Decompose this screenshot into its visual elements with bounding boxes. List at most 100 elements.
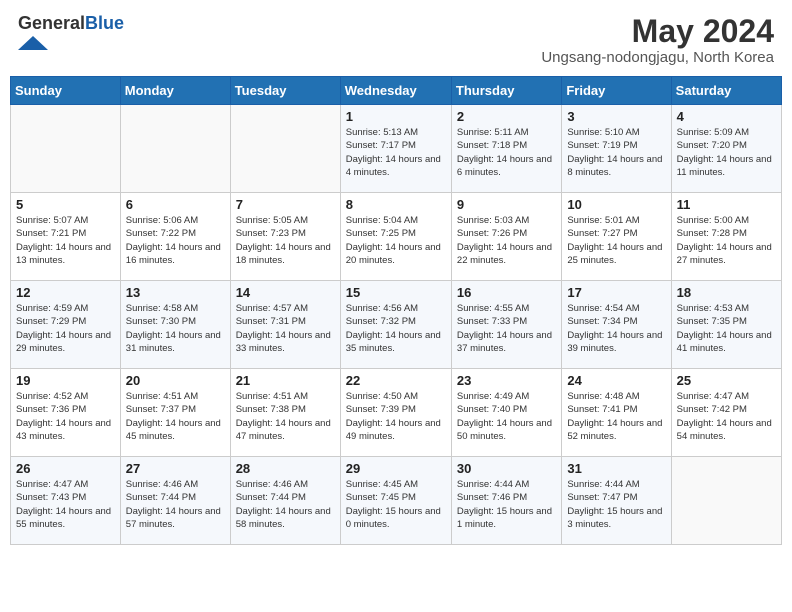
- day-info: Sunrise: 5:10 AM Sunset: 7:19 PM Dayligh…: [567, 126, 665, 179]
- day-info: Sunrise: 4:46 AM Sunset: 7:44 PM Dayligh…: [126, 478, 225, 531]
- day-number: 28: [236, 461, 335, 476]
- weekday-header-saturday: Saturday: [671, 77, 781, 105]
- day-info: Sunrise: 4:45 AM Sunset: 7:45 PM Dayligh…: [346, 478, 446, 531]
- day-number: 9: [457, 197, 556, 212]
- calendar-week-row: 26 Sunrise: 4:47 AM Sunset: 7:43 PM Dayli…: [11, 457, 782, 545]
- calendar-cell: 10Sunrise: 5:01 AM Sunset: 7:27 PM Dayli…: [562, 193, 671, 281]
- calendar-cell: 12 Sunrise: 4:59 AM Sunset: 7:29 PM Dayli…: [11, 281, 121, 369]
- day-number: 12: [16, 285, 115, 300]
- calendar-cell: [120, 105, 230, 193]
- day-info: Sunrise: 4:59 AM Sunset: 7:29 PM Dayligh…: [16, 302, 115, 355]
- calendar-cell: 9 Sunrise: 5:03 AM Sunset: 7:26 PM Daylig…: [451, 193, 561, 281]
- day-number: 21: [236, 373, 335, 388]
- day-number: 3: [567, 109, 665, 124]
- calendar-week-row: 1 Sunrise: 5:13 AM Sunset: 7:17 PM Daylig…: [11, 105, 782, 193]
- calendar-table: SundayMondayTuesdayWednesdayThursdayFrid…: [10, 76, 782, 545]
- calendar-cell: [671, 457, 781, 545]
- day-info: Sunrise: 5:07 AM Sunset: 7:21 PM Dayligh…: [16, 214, 115, 267]
- weekday-header-sunday: Sunday: [11, 77, 121, 105]
- calendar-cell: 24 Sunrise: 4:48 AM Sunset: 7:41 PM Dayli…: [562, 369, 671, 457]
- calendar-cell: 4Sunrise: 5:09 AM Sunset: 7:20 PM Daylig…: [671, 105, 781, 193]
- logo-blue: Blue: [85, 13, 124, 33]
- day-number: 26: [16, 461, 115, 476]
- calendar-cell: 2Sunrise: 5:11 AM Sunset: 7:18 PM Daylig…: [451, 105, 561, 193]
- location-title: Ungsang-nodongjagu, North Korea: [541, 49, 774, 66]
- calendar-cell: 18 Sunrise: 4:53 AM Sunset: 7:35 PM Dayli…: [671, 281, 781, 369]
- calendar-week-row: 12 Sunrise: 4:59 AM Sunset: 7:29 PM Dayli…: [11, 281, 782, 369]
- calendar-cell: 28Sunrise: 4:46 AM Sunset: 7:44 PM Dayli…: [230, 457, 340, 545]
- day-number: 1: [346, 109, 446, 124]
- day-info: Sunrise: 4:44 AM Sunset: 7:46 PM Dayligh…: [457, 478, 556, 531]
- day-info: Sunrise: 5:09 AM Sunset: 7:20 PM Dayligh…: [677, 126, 776, 179]
- day-number: 25: [677, 373, 776, 388]
- calendar-cell: 11Sunrise: 5:00 AM Sunset: 7:28 PM Dayli…: [671, 193, 781, 281]
- calendar-cell: 7Sunrise: 5:05 AM Sunset: 7:23 PM Daylig…: [230, 193, 340, 281]
- calendar-cell: 20 Sunrise: 4:51 AM Sunset: 7:37 PM Dayli…: [120, 369, 230, 457]
- weekday-header-monday: Monday: [120, 77, 230, 105]
- day-info: Sunrise: 4:53 AM Sunset: 7:35 PM Dayligh…: [677, 302, 776, 355]
- calendar-cell: 13 Sunrise: 4:58 AM Sunset: 7:30 PM Dayli…: [120, 281, 230, 369]
- day-number: 13: [126, 285, 225, 300]
- day-info: Sunrise: 5:01 AM Sunset: 7:27 PM Dayligh…: [567, 214, 665, 267]
- day-number: 24: [567, 373, 665, 388]
- weekday-header-wednesday: Wednesday: [340, 77, 451, 105]
- calendar-cell: 14 Sunrise: 4:57 AM Sunset: 7:31 PM Dayli…: [230, 281, 340, 369]
- calendar-week-row: 5 Sunrise: 5:07 AM Sunset: 7:21 PM Daylig…: [11, 193, 782, 281]
- day-number: 8: [346, 197, 446, 212]
- calendar-cell: 19Sunrise: 4:52 AM Sunset: 7:36 PM Dayli…: [11, 369, 121, 457]
- day-number: 30: [457, 461, 556, 476]
- logo-general: General: [18, 13, 85, 33]
- day-info: Sunrise: 5:06 AM Sunset: 7:22 PM Dayligh…: [126, 214, 225, 267]
- calendar-cell: 29 Sunrise: 4:45 AM Sunset: 7:45 PM Dayli…: [340, 457, 451, 545]
- weekday-header-friday: Friday: [562, 77, 671, 105]
- day-info: Sunrise: 4:51 AM Sunset: 7:37 PM Dayligh…: [126, 390, 225, 443]
- calendar-cell: 23 Sunrise: 4:49 AM Sunset: 7:40 PM Dayli…: [451, 369, 561, 457]
- day-info: Sunrise: 4:49 AM Sunset: 7:40 PM Dayligh…: [457, 390, 556, 443]
- calendar-cell: 31Sunrise: 4:44 AM Sunset: 7:47 PM Dayli…: [562, 457, 671, 545]
- calendar-cell: 21 Sunrise: 4:51 AM Sunset: 7:38 PM Dayli…: [230, 369, 340, 457]
- month-title: May 2024: [541, 14, 774, 49]
- day-info: Sunrise: 5:03 AM Sunset: 7:26 PM Dayligh…: [457, 214, 556, 267]
- day-info: Sunrise: 4:47 AM Sunset: 7:43 PM Dayligh…: [16, 478, 115, 531]
- day-info: Sunrise: 4:50 AM Sunset: 7:39 PM Dayligh…: [346, 390, 446, 443]
- day-info: Sunrise: 5:11 AM Sunset: 7:18 PM Dayligh…: [457, 126, 556, 179]
- day-info: Sunrise: 4:52 AM Sunset: 7:36 PM Dayligh…: [16, 390, 115, 443]
- weekday-header-thursday: Thursday: [451, 77, 561, 105]
- calendar-cell: 16 Sunrise: 4:55 AM Sunset: 7:33 PM Dayli…: [451, 281, 561, 369]
- day-number: 14: [236, 285, 335, 300]
- day-number: 7: [236, 197, 335, 212]
- day-info: Sunrise: 4:51 AM Sunset: 7:38 PM Dayligh…: [236, 390, 335, 443]
- day-info: Sunrise: 4:44 AM Sunset: 7:47 PM Dayligh…: [567, 478, 665, 531]
- day-number: 6: [126, 197, 225, 212]
- day-number: 20: [126, 373, 225, 388]
- day-info: Sunrise: 4:48 AM Sunset: 7:41 PM Dayligh…: [567, 390, 665, 443]
- day-info: Sunrise: 4:57 AM Sunset: 7:31 PM Dayligh…: [236, 302, 335, 355]
- weekday-header-tuesday: Tuesday: [230, 77, 340, 105]
- calendar-cell: [230, 105, 340, 193]
- calendar-cell: 8 Sunrise: 5:04 AM Sunset: 7:25 PM Daylig…: [340, 193, 451, 281]
- day-number: 5: [16, 197, 115, 212]
- calendar-week-row: 19Sunrise: 4:52 AM Sunset: 7:36 PM Dayli…: [11, 369, 782, 457]
- day-info: Sunrise: 4:58 AM Sunset: 7:30 PM Dayligh…: [126, 302, 225, 355]
- day-number: 29: [346, 461, 446, 476]
- day-number: 15: [346, 285, 446, 300]
- day-info: Sunrise: 4:54 AM Sunset: 7:34 PM Dayligh…: [567, 302, 665, 355]
- calendar-cell: 3 Sunrise: 5:10 AM Sunset: 7:19 PM Daylig…: [562, 105, 671, 193]
- day-number: 18: [677, 285, 776, 300]
- calendar-cell: 17 Sunrise: 4:54 AM Sunset: 7:34 PM Dayli…: [562, 281, 671, 369]
- page-header: GeneralBlue May 2024 Ungsang-nodongjagu,…: [10, 10, 782, 70]
- day-number: 23: [457, 373, 556, 388]
- day-number: 16: [457, 285, 556, 300]
- day-number: 11: [677, 197, 776, 212]
- day-info: Sunrise: 4:47 AM Sunset: 7:42 PM Dayligh…: [677, 390, 776, 443]
- calendar-cell: 27 Sunrise: 4:46 AM Sunset: 7:44 PM Dayli…: [120, 457, 230, 545]
- calendar-cell: 1 Sunrise: 5:13 AM Sunset: 7:17 PM Daylig…: [340, 105, 451, 193]
- day-number: 17: [567, 285, 665, 300]
- day-info: Sunrise: 4:55 AM Sunset: 7:33 PM Dayligh…: [457, 302, 556, 355]
- weekday-header-row: SundayMondayTuesdayWednesdayThursdayFrid…: [11, 77, 782, 105]
- day-info: Sunrise: 5:13 AM Sunset: 7:17 PM Dayligh…: [346, 126, 446, 179]
- calendar-cell: 25 Sunrise: 4:47 AM Sunset: 7:42 PM Dayli…: [671, 369, 781, 457]
- day-number: 27: [126, 461, 225, 476]
- logo: GeneralBlue: [18, 14, 124, 55]
- day-info: Sunrise: 5:04 AM Sunset: 7:25 PM Dayligh…: [346, 214, 446, 267]
